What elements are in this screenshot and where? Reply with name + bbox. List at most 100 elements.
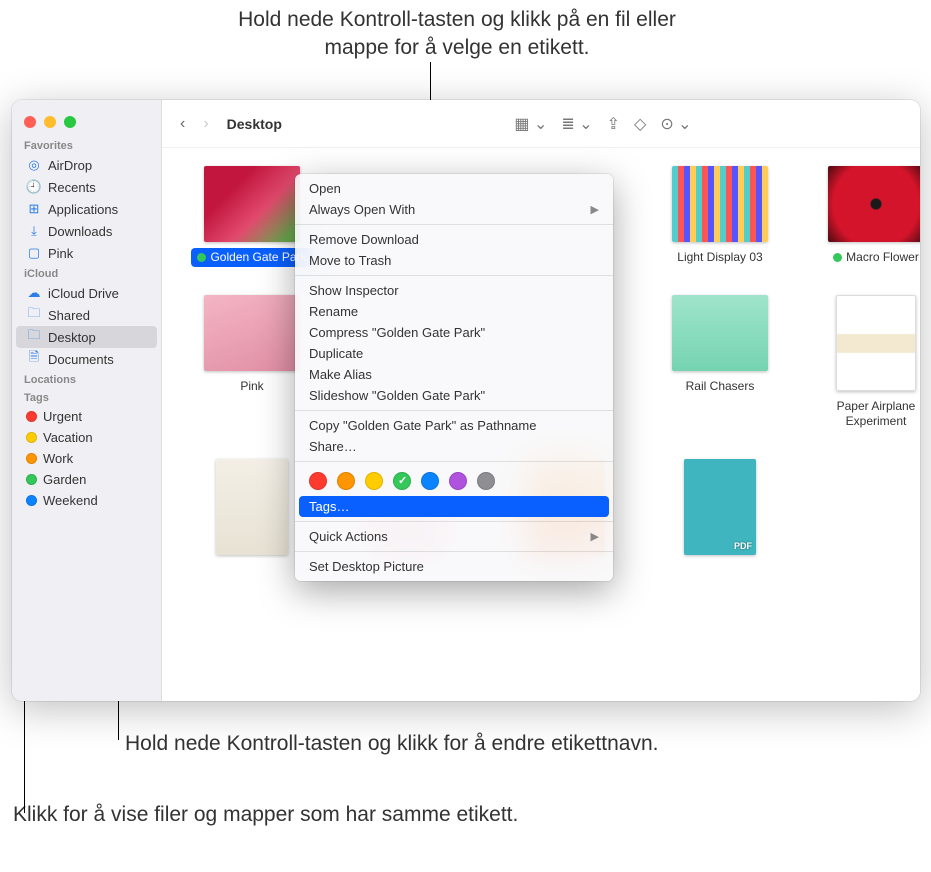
sidebar-tag-work[interactable]: Work xyxy=(16,448,157,469)
ctx-compress[interactable]: Compress "Golden Gate Park" xyxy=(295,322,613,343)
sidebar-item-label: Urgent xyxy=(43,409,82,424)
tag-dot-icon xyxy=(26,411,37,422)
sidebar-item-label: iCloud Drive xyxy=(48,286,119,301)
chevron-right-icon: ▶ xyxy=(591,530,599,543)
file-thumbnail xyxy=(204,166,300,242)
share-icon[interactable]: ⇪ xyxy=(607,114,620,134)
ctx-make-alias[interactable]: Make Alias xyxy=(295,364,613,385)
sidebar-section-favorites: Favorites xyxy=(12,136,161,154)
group-by-icon[interactable]: ≣ ⌄ xyxy=(561,114,592,134)
sidebar-item-label: Work xyxy=(43,451,73,466)
tag-color-purple[interactable] xyxy=(449,472,467,490)
file-thumbnail xyxy=(672,295,768,371)
tag-dot-icon xyxy=(26,453,37,464)
window-controls xyxy=(12,106,161,136)
file-item[interactable]: Light Display 03 xyxy=(650,166,790,267)
ctx-remove-download[interactable]: Remove Download xyxy=(295,229,613,250)
tag-dot-icon xyxy=(197,253,206,262)
file-thumbnail xyxy=(204,295,300,371)
sidebar-item-label: Weekend xyxy=(43,493,98,508)
file-item[interactable]: Macro Flower xyxy=(806,166,920,267)
tag-color-orange[interactable] xyxy=(337,472,355,490)
ctx-open[interactable]: Open xyxy=(295,178,613,199)
ctx-slideshow[interactable]: Slideshow "Golden Gate Park" xyxy=(295,385,613,406)
file-item[interactable]: Rail Chasers xyxy=(650,295,790,431)
sidebar-item-documents[interactable]: 🗎Documents xyxy=(16,348,157,370)
forward-button[interactable]: › xyxy=(199,113,212,135)
document-icon: 🗎 xyxy=(26,351,42,367)
ctx-move-to-trash[interactable]: Move to Trash xyxy=(295,250,613,271)
apps-icon: ⊞ xyxy=(26,201,42,217)
airdrop-icon: ◎ xyxy=(26,157,42,173)
sidebar-item-icloud-drive[interactable]: ☁ iCloud Drive xyxy=(16,282,157,304)
clock-icon: 🕘 xyxy=(26,179,42,195)
file-label: Paper Airplane Experiment xyxy=(806,397,920,431)
sidebar-tag-garden[interactable]: Garden xyxy=(16,469,157,490)
back-button[interactable]: ‹ xyxy=(176,113,189,135)
sidebar-item-desktop[interactable]: 🗀 Desktop xyxy=(16,326,157,348)
tag-color-gray[interactable] xyxy=(477,472,495,490)
file-name: Paper Airplane Experiment xyxy=(812,399,920,429)
sidebar-item-label: Vacation xyxy=(43,430,93,445)
tag-color-green[interactable] xyxy=(393,472,411,490)
file-label: Rail Chasers xyxy=(680,377,761,396)
file-name: Light Display 03 xyxy=(677,250,762,265)
folder-icon: ▢ xyxy=(26,245,42,261)
window-title: Desktop xyxy=(227,116,282,132)
file-name: Rail Chasers xyxy=(686,379,755,394)
ctx-quick-actions[interactable]: Quick Actions▶ xyxy=(295,526,613,547)
minimize-button[interactable] xyxy=(44,116,56,128)
sidebar-item-label: Shared xyxy=(48,308,90,323)
annotation-top: Hold nede Kontroll-tasten og klikk på en… xyxy=(207,6,707,63)
sidebar-section-tags: Tags xyxy=(12,388,161,406)
file-label: Light Display 03 xyxy=(671,248,768,267)
sidebar-item-pink[interactable]: ▢ Pink xyxy=(16,242,157,264)
sidebar-item-label: Applications xyxy=(48,202,118,217)
context-menu: Open Always Open With▶ Remove Download M… xyxy=(295,174,613,581)
tag-color-red[interactable] xyxy=(309,472,327,490)
sidebar-tag-vacation[interactable]: Vacation xyxy=(16,427,157,448)
ctx-copy-pathname[interactable]: Copy "Golden Gate Park" as Pathname xyxy=(295,415,613,436)
sidebar-item-applications[interactable]: ⊞ Applications xyxy=(16,198,157,220)
sidebar-item-downloads[interactable]: ⤓Downloads xyxy=(16,220,157,242)
file-item[interactable]: PDF xyxy=(650,459,790,555)
sidebar-item-shared[interactable]: 🗀Shared xyxy=(16,304,157,326)
sidebar-item-label: Garden xyxy=(43,472,86,487)
sidebar-item-label: Downloads xyxy=(48,224,112,239)
tag-icon[interactable]: ◇ xyxy=(634,114,646,134)
toolbar: ‹ › Desktop ▦ ⌄ ≣ ⌄ ⇪ ◇ ⊙ ⌄ 🔍 xyxy=(162,100,920,148)
ctx-tags[interactable]: Tags… xyxy=(299,496,609,517)
file-name: Macro Flower xyxy=(846,250,919,265)
file-thumbnail: PDF xyxy=(684,459,756,555)
ctx-rename[interactable]: Rename xyxy=(295,301,613,322)
file-name: Golden Gate Park xyxy=(210,250,306,265)
file-thumbnail xyxy=(836,295,916,391)
file-item[interactable]: Paper Airplane Experiment xyxy=(806,295,920,431)
ctx-tag-colors xyxy=(295,466,613,496)
sidebar-tag-urgent[interactable]: Urgent xyxy=(16,406,157,427)
sidebar-item-label: Desktop xyxy=(48,330,96,345)
tag-color-yellow[interactable] xyxy=(365,472,383,490)
sidebar-section-locations: Locations xyxy=(12,370,161,388)
annotation-bot: Klikk for å vise filer og mapper som har… xyxy=(13,801,518,829)
sidebar-tag-weekend[interactable]: Weekend xyxy=(16,490,157,511)
ctx-duplicate[interactable]: Duplicate xyxy=(295,343,613,364)
ctx-share[interactable]: Share… xyxy=(295,436,613,457)
cloud-icon: ☁ xyxy=(26,285,42,301)
view-grid-icon[interactable]: ▦ ⌄ xyxy=(514,114,547,134)
tag-color-blue[interactable] xyxy=(421,472,439,490)
chevron-right-icon: ▶ xyxy=(591,203,599,216)
tag-dot-icon xyxy=(26,432,37,443)
sidebar-item-label: Pink xyxy=(48,246,73,261)
pdf-badge: PDF xyxy=(734,541,752,551)
ctx-set-desktop-picture[interactable]: Set Desktop Picture xyxy=(295,556,613,577)
sidebar-item-label: Recents xyxy=(48,180,96,195)
fullscreen-button[interactable] xyxy=(64,116,76,128)
sidebar-item-airdrop[interactable]: ◎AirDrop xyxy=(16,154,157,176)
more-icon[interactable]: ⊙ ⌄ xyxy=(660,114,691,134)
ctx-always-open-with[interactable]: Always Open With▶ xyxy=(295,199,613,220)
sidebar-item-recents[interactable]: 🕘 Recents xyxy=(16,176,157,198)
desktop-icon: 🗀 xyxy=(26,329,42,345)
ctx-show-inspector[interactable]: Show Inspector xyxy=(295,280,613,301)
close-button[interactable] xyxy=(24,116,36,128)
